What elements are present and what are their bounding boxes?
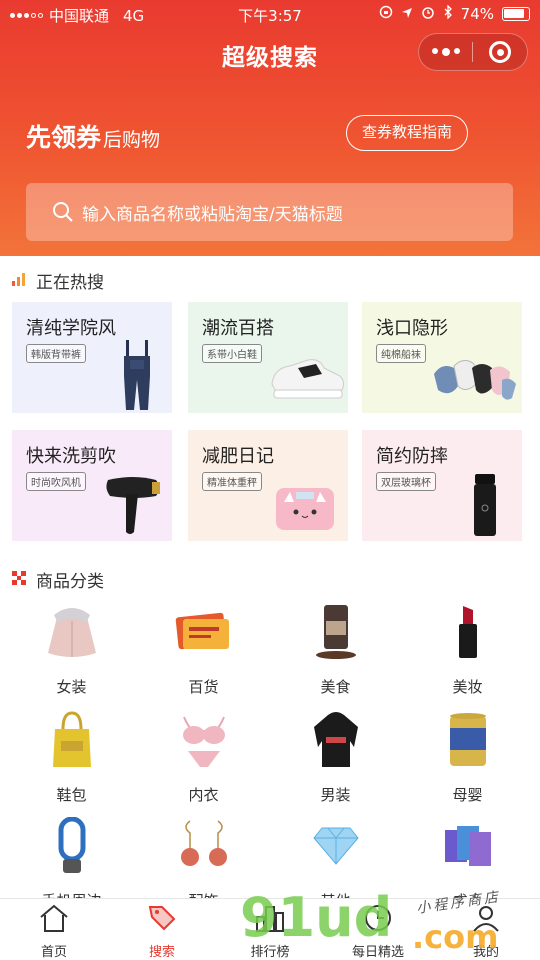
socks-image bbox=[432, 350, 518, 408]
tab-ranking[interactable]: 排行榜 bbox=[216, 899, 324, 960]
category-item[interactable]: 百货 bbox=[136, 602, 271, 697]
coupon-guide-button[interactable]: 查券教程指南 bbox=[346, 115, 468, 151]
lingerie-image bbox=[174, 710, 234, 770]
profile-icon bbox=[473, 906, 499, 932]
header-banner: 中国联通 4G 下午3:57 74% 超级搜索 先领券 后购物 查券教程指南 输… bbox=[0, 0, 540, 256]
category-label: 女装 bbox=[56, 678, 87, 696]
hot-section-header: 正在热搜 bbox=[12, 268, 104, 293]
category-item[interactable]: 男装 bbox=[268, 710, 403, 805]
hot-card[interactable]: 快来洗剪吹 时尚吹风机 bbox=[12, 430, 172, 541]
category-label: 鞋包 bbox=[56, 786, 87, 804]
category-label: 百货 bbox=[188, 678, 219, 696]
hot-card-tag: 时尚吹风机 bbox=[26, 472, 86, 491]
hot-card[interactable]: 简约防摔 双层玻璃杯 bbox=[362, 430, 522, 541]
tab-profile[interactable]: 我的 bbox=[432, 899, 540, 960]
category-item[interactable]: 美食 bbox=[268, 602, 403, 697]
fan-image bbox=[42, 816, 102, 876]
hot-card-tag: 系带小白鞋 bbox=[202, 344, 262, 363]
tab-home[interactable]: 首页 bbox=[0, 899, 108, 960]
slogan: 先领券 后购物 bbox=[26, 118, 160, 154]
hot-card-tag: 双层玻璃杯 bbox=[376, 472, 436, 491]
tab-search[interactable]: 搜索 bbox=[108, 899, 216, 960]
category-item[interactable]: 内衣 bbox=[136, 710, 271, 805]
coat-image bbox=[42, 602, 102, 662]
location-icon bbox=[401, 5, 413, 23]
milk-powder-image bbox=[438, 710, 498, 770]
hot-card-tag: 纯棉船袜 bbox=[376, 344, 426, 363]
category-label: 美食 bbox=[320, 678, 351, 696]
hairdryer-image bbox=[104, 474, 164, 540]
boxes-image bbox=[438, 816, 498, 876]
close-miniprogram-icon[interactable] bbox=[473, 41, 527, 63]
tab-label: 我的 bbox=[472, 945, 499, 960]
category-label: 男装 bbox=[320, 786, 351, 804]
search-input[interactable]: 输入商品名称或粘贴淘宝/天猫标题 bbox=[26, 183, 513, 241]
hot-card-title: 快来洗剪吹 bbox=[26, 446, 116, 467]
hot-section-title: 正在热搜 bbox=[36, 273, 104, 293]
category-label: 母婴 bbox=[452, 786, 483, 804]
status-bar: 中国联通 4G 下午3:57 74% bbox=[0, 0, 540, 28]
tab-label: 搜索 bbox=[148, 945, 175, 960]
category-section-title: 商品分类 bbox=[36, 572, 104, 592]
home-icon bbox=[40, 904, 68, 932]
hot-card-title: 减肥日记 bbox=[202, 446, 274, 467]
category-item[interactable]: 其他 bbox=[268, 816, 403, 911]
scale-image bbox=[274, 486, 336, 536]
category-section-header: 商品分类 bbox=[12, 567, 104, 592]
category-item[interactable]: 配饰 bbox=[136, 816, 271, 911]
hot-card[interactable]: 浅口隐形 纯棉船袜 bbox=[362, 302, 522, 413]
tab-label: 首页 bbox=[40, 945, 67, 960]
hot-card-title: 清纯学院风 bbox=[26, 318, 116, 339]
voucher-image bbox=[174, 602, 234, 662]
hot-card-tag: 韩版背带裤 bbox=[26, 344, 86, 363]
hot-card-title: 潮流百搭 bbox=[202, 318, 274, 339]
category-label: 内衣 bbox=[188, 786, 219, 804]
tote-bag-image bbox=[42, 710, 102, 770]
hot-card[interactable]: 清纯学院风 韩版背带裤 bbox=[12, 302, 172, 413]
bar-chart-icon bbox=[12, 271, 26, 291]
category-item[interactable]: 母婴 bbox=[400, 710, 535, 805]
category-item[interactable]: 手机周边 bbox=[4, 816, 139, 911]
search-icon bbox=[53, 202, 73, 222]
hot-card[interactable]: 潮流百搭 系带小白鞋 bbox=[188, 302, 348, 413]
lipstick-image bbox=[438, 602, 498, 662]
category-item[interactable]: 美妆 bbox=[400, 602, 535, 697]
daily-picks-icon bbox=[365, 905, 391, 931]
battery-icon bbox=[502, 7, 530, 21]
bluetooth-icon bbox=[443, 4, 453, 23]
hot-card-title: 简约防摔 bbox=[376, 446, 448, 467]
earrings-image bbox=[174, 816, 234, 876]
category-grid-icon bbox=[12, 570, 26, 590]
tab-label: 排行榜 bbox=[250, 945, 290, 960]
alarm-icon bbox=[421, 5, 435, 23]
hoodie-image bbox=[306, 710, 366, 770]
hot-card[interactable]: 减肥日记 精准体重秤 bbox=[188, 430, 348, 541]
sneaker-image bbox=[268, 354, 346, 406]
tab-bar: 首页 搜索 排行榜 每日精选 我的 bbox=[0, 898, 540, 960]
slogan-small: 后购物 bbox=[103, 129, 161, 151]
ranking-icon bbox=[256, 906, 284, 932]
miniprogram-capsule bbox=[418, 33, 528, 71]
tab-label: 每日精选 bbox=[351, 945, 404, 960]
tab-daily-picks[interactable]: 每日精选 bbox=[324, 899, 432, 960]
coffee-image bbox=[306, 602, 366, 662]
diamond-image bbox=[306, 816, 366, 876]
battery-percent: 74% bbox=[460, 5, 494, 23]
category-item[interactable]: 鞋包 bbox=[4, 710, 139, 805]
overalls-image bbox=[120, 340, 154, 413]
hot-card-title: 浅口隐形 bbox=[376, 318, 448, 339]
rotation-lock-icon bbox=[379, 5, 393, 23]
category-item[interactable]: 成人 bbox=[400, 816, 535, 911]
search-placeholder: 输入商品名称或粘贴淘宝/天猫标题 bbox=[82, 204, 343, 225]
category-label: 美妆 bbox=[452, 678, 483, 696]
category-item[interactable]: 女装 bbox=[4, 602, 139, 697]
hot-card-tag: 精准体重秤 bbox=[202, 472, 262, 491]
bottle-image bbox=[472, 474, 498, 541]
more-menu-icon[interactable] bbox=[419, 48, 472, 56]
coupon-tag-icon bbox=[148, 906, 176, 931]
slogan-big: 先领券 bbox=[26, 123, 102, 152]
